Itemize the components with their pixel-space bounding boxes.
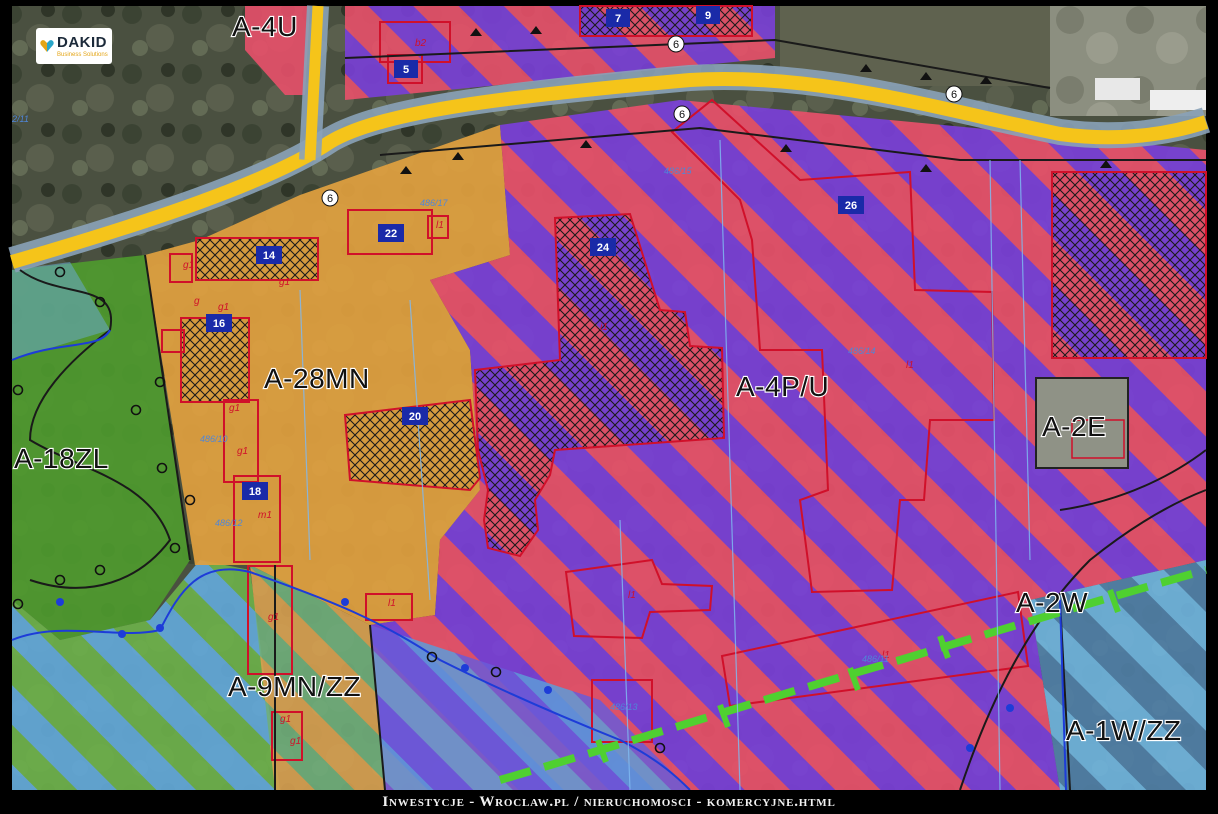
zone-label-a18zl: A-18ZL: [14, 443, 109, 474]
svg-text:6: 6: [679, 109, 685, 121]
code-g1-e: g1: [268, 612, 279, 623]
parcel-label-d: 486/11: [862, 654, 889, 664]
parcel-label-c: 486/17: [420, 198, 449, 208]
road-number-r4: 6: [321, 189, 339, 207]
parcel-label-b: 486/14: [848, 346, 876, 356]
code-g1-b: g1: [279, 277, 290, 288]
svg-text:9: 9: [705, 10, 711, 22]
code-b2: b2: [415, 38, 427, 49]
code-n1: i1: [600, 322, 608, 333]
logo-tagline: Business Solutions: [57, 51, 108, 58]
svg-text:6: 6: [673, 39, 679, 51]
zone-label-a4u: A-4U: [232, 11, 298, 42]
logo-name: DAKID: [57, 33, 107, 51]
road-number-r1: 6: [667, 35, 685, 53]
code-l1-d: l1: [906, 360, 914, 371]
zoning-plan-map[interactable]: 6 6 6 6 5 7 9 14 16 18 20 22 24 26 b2 g1…: [0, 0, 1218, 814]
code-m1: m1: [258, 510, 272, 521]
code-g1-a: g1: [183, 260, 194, 271]
code-g1-g: g1: [218, 302, 229, 313]
plot-badge-24[interactable]: 24: [590, 238, 616, 256]
svg-text:22: 22: [385, 228, 397, 240]
source-footer: Inwestycje - Wroclaw.pl / nieruchomosci …: [0, 790, 1218, 814]
code-g1-h: g1: [280, 714, 291, 725]
code-g: g: [194, 296, 200, 307]
plot-badge-26[interactable]: 26: [838, 196, 864, 214]
parcel-label-h: 2/11: [11, 114, 29, 124]
svg-text:6: 6: [951, 89, 957, 101]
code-g1-f: g1: [290, 736, 301, 747]
svg-text:26: 26: [845, 200, 857, 212]
zone-label-a2e: A-2E: [1042, 411, 1106, 442]
plot-badge-5[interactable]: 5: [394, 60, 418, 78]
source-caption: Inwestycje - Wroclaw.pl / nieruchomosci …: [382, 793, 836, 810]
company-logo: DAKID Business Solutions: [36, 28, 112, 64]
road-number-r3: 6: [945, 85, 963, 103]
aerial-building-a: [1095, 78, 1140, 100]
plot-badge-20[interactable]: 20: [402, 407, 428, 425]
code-l1-a: l1: [436, 220, 444, 231]
plot-badge-7[interactable]: 7: [606, 9, 630, 27]
code-g1-d: g1: [237, 446, 248, 457]
svg-text:7: 7: [615, 13, 621, 25]
parcel-label-g: 486/12: [215, 518, 243, 528]
svg-text:6: 6: [327, 193, 333, 205]
code-l1-c: l1: [628, 590, 636, 601]
plot-badge-9[interactable]: 9: [696, 6, 720, 24]
svg-text:24: 24: [597, 242, 610, 254]
svg-text:16: 16: [213, 318, 225, 330]
zone-label-a28mn: A-28MN: [264, 363, 370, 394]
road-number-r2: 6: [673, 105, 691, 123]
plot-badge-22[interactable]: 22: [378, 224, 404, 242]
code-l1-b: l1: [388, 598, 396, 609]
zone-label-a9mnzz: A-9MN/ZZ: [228, 671, 361, 702]
svg-text:5: 5: [403, 64, 409, 76]
plot-badge-18[interactable]: 18: [242, 482, 268, 500]
parcel-label-a: 486/15: [664, 166, 693, 176]
svg-text:20: 20: [409, 411, 421, 423]
svg-text:18: 18: [249, 486, 261, 498]
zone-label-a2w: A-2W: [1016, 587, 1088, 618]
aerial-building-b: [1150, 90, 1206, 110]
code-g1-c: g1: [229, 403, 240, 414]
plot-badge-16[interactable]: 16: [206, 314, 232, 332]
zone-label-a1wzz: A-1W/ZZ: [1066, 715, 1182, 746]
zone-label-a4pu: A-4P/U: [736, 371, 829, 402]
logo-heart-icon: [40, 39, 54, 53]
plot-badge-14[interactable]: 14: [256, 246, 282, 264]
parcel-label-f: 486/10: [200, 434, 228, 444]
parcel-label-e: 486/13: [610, 702, 638, 712]
svg-text:14: 14: [263, 250, 276, 262]
